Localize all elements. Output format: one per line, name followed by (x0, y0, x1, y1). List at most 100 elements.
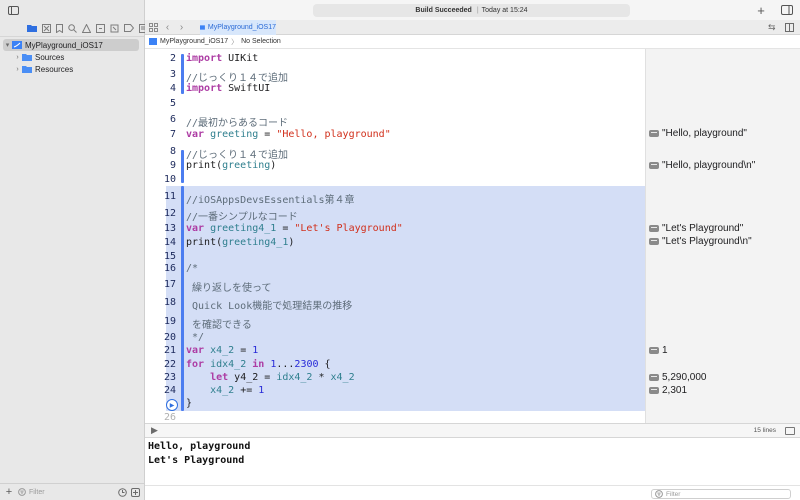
code-line: /* (186, 263, 199, 274)
result-item[interactable]: "Hello, playground\n" (649, 160, 755, 171)
tab-playground[interactable]: MyPlayground_iOS17 (200, 19, 276, 35)
code-editor[interactable]: 2 3 4 5 6 7 8 9 10 11 12 13 14 15 16 17 … (145, 49, 645, 423)
line-number: 23 (163, 372, 176, 383)
quick-look-icon[interactable] (649, 387, 659, 394)
breadcrumb-selection[interactable]: No Selection (241, 38, 281, 45)
result-item[interactable]: 5,290,000 (649, 372, 707, 383)
change-bar (181, 186, 184, 411)
project-tree: ▾ MyPlayground_iOS17 › Sources › Resourc… (0, 37, 144, 75)
swift-file-icon (12, 41, 22, 49)
build-status: Build Succeeded | Today at 15:24 (313, 4, 630, 17)
source-control-icon[interactable] (42, 23, 51, 34)
result-item[interactable]: "Let's Playground\n" (649, 236, 752, 247)
console-output[interactable]: Hello, playground Let's Playground (145, 438, 800, 485)
line-number: 10 (163, 174, 176, 185)
result-item[interactable]: "Hello, playground" (649, 128, 747, 139)
forward-icon[interactable]: › (177, 22, 186, 32)
line-number: 14 (163, 237, 176, 248)
build-time: Today at 15:24 (481, 7, 528, 14)
test-icon[interactable] (96, 23, 105, 34)
quick-look-icon[interactable] (649, 162, 659, 169)
line-number: 3 (169, 69, 176, 80)
chevron-right-icon[interactable]: › (13, 66, 22, 73)
quick-look-icon[interactable] (649, 225, 659, 232)
recent-files-icon[interactable] (118, 487, 127, 497)
code-line: } (186, 398, 193, 409)
add-icon[interactable]: + (754, 3, 768, 18)
issue-icon[interactable] (82, 23, 91, 34)
add-icon[interactable]: + (4, 486, 14, 498)
quick-look-icon[interactable] (649, 130, 659, 137)
console-filter-field[interactable]: Filter (651, 489, 791, 499)
line-number: 19 (163, 316, 176, 327)
tab-label: MyPlayground_iOS17 (207, 23, 276, 31)
code-line: x4_2 += 1 (210, 385, 265, 396)
swift-file-icon (200, 24, 205, 30)
code-line: */ (186, 332, 205, 343)
back-icon[interactable]: ‹ (163, 22, 172, 32)
quick-look-icon[interactable] (649, 374, 659, 381)
console-line-count: 15 lines (753, 427, 776, 434)
result-value: 5,290,000 (662, 372, 707, 383)
line-number: 17 (163, 279, 176, 290)
inspector-toggle-icon[interactable] (780, 3, 794, 17)
debug-icon[interactable] (110, 23, 119, 34)
console-line: Let's Playground (148, 455, 245, 466)
breakpoint-icon[interactable] (124, 23, 134, 34)
split-editor-icon[interactable] (785, 23, 794, 32)
sidebar-bottom-bar: + Filter (0, 483, 144, 500)
hide-console-icon[interactable] (785, 426, 795, 435)
tabbar-nav: ‹ › (145, 22, 200, 32)
navigator-sidebar: ▾ MyPlayground_iOS17 › Sources › Resourc… (0, 0, 148, 500)
code-line: //最初からあるコード (186, 118, 289, 129)
folder-icon[interactable] (27, 23, 37, 34)
result-item[interactable]: 2,301 (649, 385, 687, 396)
breadcrumb: MyPlayground_iOS17 〉 No Selection (145, 35, 800, 49)
modified-files-icon[interactable] (131, 487, 140, 497)
code-line: //じっくり１４で追加 (186, 150, 289, 161)
chevron-right-icon[interactable]: › (13, 54, 22, 61)
tree-item-sources[interactable]: › Sources (3, 51, 139, 63)
related-items-icon[interactable]: ⇆ (768, 23, 777, 32)
result-value: "Let's Playground" (662, 223, 744, 234)
quick-look-icon[interactable] (649, 238, 659, 245)
line-number: 21 (163, 345, 176, 356)
code-line: 繰り返しを使って (186, 283, 272, 294)
run-until-line-button[interactable]: ▶ (166, 399, 178, 411)
quick-look-icon[interactable] (649, 347, 659, 354)
run-playground-icon[interactable]: ▶ (151, 425, 158, 436)
line-number: 20 (163, 332, 176, 343)
tree-item-resources[interactable]: › Resources (3, 63, 139, 75)
sidebar-toggle-icon[interactable] (8, 5, 19, 15)
toolbar-right: + (754, 3, 794, 18)
result-item[interactable]: 1 (649, 345, 668, 356)
bookmark-icon[interactable] (56, 23, 63, 34)
line-number: 11 (163, 191, 176, 202)
line-number: 2 (169, 53, 176, 64)
console-filter-bar: Filter (145, 485, 800, 500)
result-value: "Let's Playground\n" (662, 236, 752, 247)
build-status-text: Build Succeeded (415, 7, 472, 14)
code-line: var x4_2 = 1 (186, 345, 259, 356)
code-line: Quick Look機能で処理結果の推移 (186, 301, 353, 312)
filter-icon (18, 488, 26, 496)
sidebar-filter-field[interactable]: Filter (18, 487, 114, 498)
find-icon[interactable] (68, 23, 77, 34)
breadcrumb-project[interactable]: MyPlayground_iOS17 (160, 38, 228, 45)
chevron-down-icon[interactable]: ▾ (3, 41, 12, 49)
result-item[interactable]: "Let's Playground" (649, 223, 743, 234)
code-line: print(greeting) (186, 160, 277, 171)
grid-icon[interactable] (149, 22, 158, 32)
build-status-separator: | (476, 7, 479, 14)
line-number: 13 (163, 223, 176, 234)
debug-bar: ▶ 15 lines (145, 423, 800, 438)
line-number: 12 (163, 208, 176, 219)
sidebar-toolbar (0, 0, 144, 20)
change-bar (181, 150, 184, 183)
window-toolbar: Build Succeeded | Today at 15:24 + (145, 0, 800, 20)
code-line: //iOSAppsDevsEssentials第４章 (186, 195, 355, 206)
filter-icon (655, 490, 663, 498)
tree-item-project[interactable]: ▾ MyPlayground_iOS17 (3, 39, 139, 51)
line-number: 4 (169, 83, 176, 94)
line-number: 22 (163, 359, 176, 370)
